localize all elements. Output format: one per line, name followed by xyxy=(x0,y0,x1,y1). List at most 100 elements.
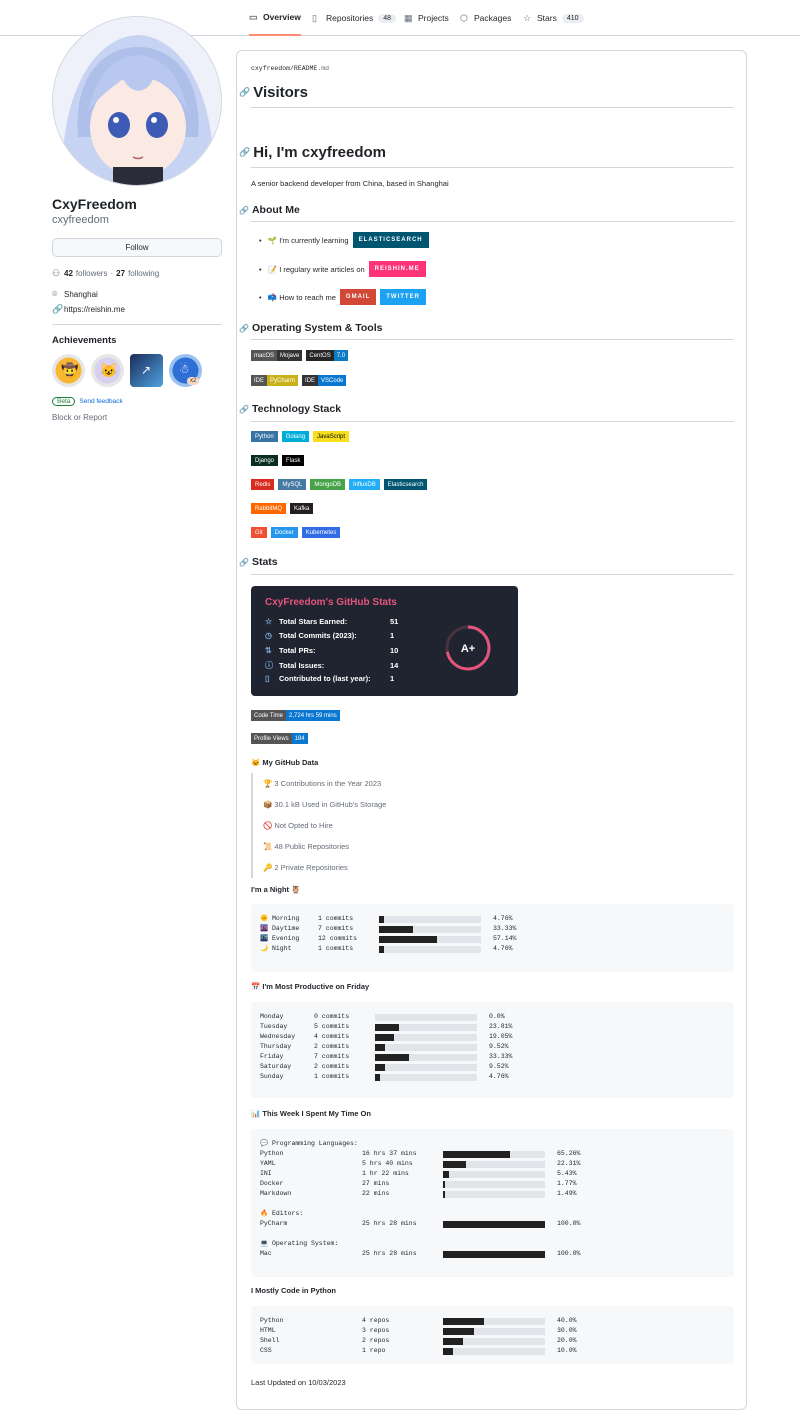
tech-badge[interactable]: Redis xyxy=(251,479,275,490)
block-or-report-link[interactable]: Block or Report xyxy=(52,413,222,422)
progress-bar xyxy=(375,1013,477,1021)
stat-line: Wednesday 4 commits 19.05% xyxy=(260,1033,513,1041)
tab-projects[interactable]: ▦ Projects xyxy=(404,0,449,36)
tech-badge[interactable]: Git xyxy=(251,527,267,538)
tech-badge[interactable]: MongoDB xyxy=(310,479,346,490)
pull-request-icon: ⇅ xyxy=(265,645,272,655)
heading-visitors: 🔗 Visitors xyxy=(239,84,308,101)
pycharm-badge[interactable]: IDE PyCharm xyxy=(251,375,299,386)
progress-bar xyxy=(375,1073,477,1081)
code-time-badge[interactable]: Code Time 2,724 hrs 59 mins xyxy=(251,710,340,721)
tech-badge[interactable]: Elasticsearch xyxy=(383,479,428,490)
tech-badge[interactable]: Flask xyxy=(282,455,305,466)
progress-bar xyxy=(379,925,481,933)
anchor-link-icon[interactable]: 🔗 xyxy=(239,405,249,414)
tech-badge[interactable]: Kubernetes xyxy=(301,527,341,538)
achievement-badge-3[interactable]: ↗ xyxy=(130,354,163,387)
tech-badge[interactable]: MySQL xyxy=(278,479,307,490)
python-title: I Mostly Code in Python xyxy=(251,1286,337,1295)
divider xyxy=(52,324,222,325)
book-icon: ▭ xyxy=(249,11,258,22)
following-count[interactable]: 27 xyxy=(116,269,125,278)
tab-stars[interactable]: ☆ Stars 410 xyxy=(523,0,584,36)
macos-badge[interactable]: macOS Mojave xyxy=(251,350,303,361)
divider xyxy=(251,107,734,108)
profile-name: CxyFreedom xyxy=(52,196,137,212)
tech-badge[interactable]: JavaScript xyxy=(313,431,350,442)
beta-row: Beta Send feedback xyxy=(52,397,222,406)
divider xyxy=(251,339,734,340)
website-link[interactable]: 🔗 https://reishin.me xyxy=(52,305,222,315)
profile-views-badge[interactable]: Profile Views 184 xyxy=(251,733,308,744)
followers-count[interactable]: 42 xyxy=(64,269,73,278)
stat-line: Python 16 hrs 37 mins 65.26% xyxy=(260,1150,581,1158)
night-code-block: 🌞 Morning 1 commits 4.76% 🌆 Daytime 7 commit… xyxy=(251,904,734,972)
location-pin-icon: ⌾ xyxy=(52,289,58,299)
stat-line: 🌆 Daytime 7 commits 33.33% xyxy=(260,925,517,933)
anchor-link-icon[interactable]: 🔗 xyxy=(239,558,249,567)
heading-stats: 🔗 Stats xyxy=(239,556,278,568)
vscode-badge[interactable]: IDE VSCode xyxy=(302,375,347,386)
follow-button[interactable]: Follow xyxy=(52,238,222,257)
progress-bar xyxy=(443,1327,545,1335)
beta-label: Beta xyxy=(52,397,76,406)
stats-row: ⓘ Total Issues: 14 xyxy=(265,660,398,671)
progress-bar xyxy=(443,1337,545,1345)
tab-packages[interactable]: ⬡ Packages xyxy=(460,0,511,36)
path-user-link[interactable]: cxyfreedom xyxy=(251,65,290,72)
stat-line: Mac 25 hrs 28 mins 100.0% xyxy=(260,1250,581,1258)
tech-badge[interactable]: InfluxDB xyxy=(349,479,380,490)
stats-row: ⇅ Total PRs: 10 xyxy=(265,646,398,655)
progress-bar xyxy=(443,1180,545,1188)
package-icon: ⬡ xyxy=(460,12,468,23)
elasticsearch-badge[interactable]: ELASTICSEARCH xyxy=(352,232,429,248)
stat-line: YAML 5 hrs 40 mins 22.31% xyxy=(260,1160,581,1168)
tech-badge[interactable]: Django xyxy=(251,455,279,466)
table-icon: ▦ xyxy=(404,12,413,23)
tech-badge[interactable]: Kafka xyxy=(290,503,314,514)
stat-line: INI 1 hr 22 mins 5.43% xyxy=(260,1170,577,1178)
tech-badge[interactable]: Python xyxy=(251,431,278,442)
gmail-badge[interactable]: GMAIL xyxy=(339,289,377,305)
tech-badge[interactable]: RabbitMQ xyxy=(251,503,287,514)
twitter-badge[interactable]: TWITTER xyxy=(380,289,426,305)
tab-repositories[interactable]: ▯ Repositories 48 xyxy=(312,0,397,36)
heading-tech-stack: 🔗 Technology Stack xyxy=(239,403,342,415)
anchor-link-icon[interactable]: 🔗 xyxy=(239,87,250,98)
about-item-contact: • 📫 How to reach me GMAIL TWITTER xyxy=(259,289,426,305)
achievement-badge-2[interactable]: 😺 xyxy=(91,354,124,387)
os-badges-row-2: IDE PyCharm IDE VSCode xyxy=(251,375,347,386)
progress-bar xyxy=(443,1347,545,1355)
send-feedback-link[interactable]: Send feedback xyxy=(79,398,122,405)
stars-count: 410 xyxy=(561,13,584,23)
intro-text: A senior backend developer from China, b… xyxy=(251,179,449,188)
anchor-link-icon[interactable]: 🔗 xyxy=(239,206,249,215)
anchor-link-icon[interactable]: 🔗 xyxy=(239,147,250,158)
divider xyxy=(251,221,734,222)
progress-bar xyxy=(375,1023,477,1031)
anchor-link-icon[interactable]: 🔗 xyxy=(239,324,249,333)
profile-login: cxyfreedom xyxy=(52,214,109,226)
tab-overview[interactable]: ▭ Overview xyxy=(249,0,301,36)
repos-code-block: Python 4 repos 40.0% HTML 3 repos 30.0% Shell 2… xyxy=(251,1306,734,1364)
achievement-badge-4[interactable]: ☃ x2 xyxy=(169,354,202,387)
progress-bar xyxy=(443,1250,545,1258)
stats-value: 14 xyxy=(390,660,399,670)
github-stats-card[interactable]: CxyFreedom's GitHub Stats ☆ Total Stars E… xyxy=(251,586,518,696)
avatar[interactable] xyxy=(52,16,222,186)
repo-icon: ▯ xyxy=(265,674,270,684)
week-title: 📊 This Week I Spent My Time On xyxy=(251,1109,371,1118)
reishin-badge[interactable]: REISHIN.ME xyxy=(368,261,426,277)
progress-bar xyxy=(443,1317,545,1325)
github-data-title: 🐱 My GitHub Data xyxy=(251,758,319,767)
badge-face-icon: 😺 xyxy=(100,362,118,378)
stat-line: Monday 0 commits 0.0% xyxy=(260,1013,505,1021)
stat-line: PyCharm 25 hrs 28 mins 100.0% xyxy=(260,1220,581,1228)
progress-bar xyxy=(443,1170,545,1178)
friday-title: 📅 I'm Most Productive on Friday xyxy=(251,982,370,991)
achievement-badge-1[interactable]: 🤠 xyxy=(52,354,85,387)
tech-badge[interactable]: Docker xyxy=(270,527,298,538)
tech-badge[interactable]: Golang xyxy=(281,431,310,442)
centos-badge[interactable]: CentOS 7.0 xyxy=(306,350,349,361)
tech-badges-row: Git Docker Kubernetes xyxy=(251,527,341,538)
